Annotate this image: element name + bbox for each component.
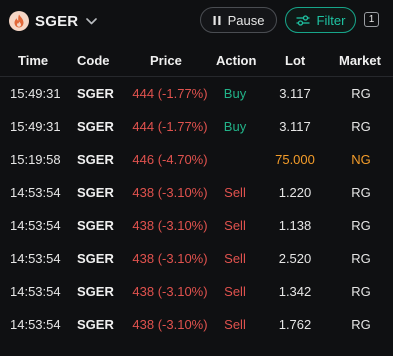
row-time: 14:53:54	[10, 251, 61, 266]
row-market: RG	[351, 251, 371, 266]
row-price: 438 (-3.10%)	[132, 218, 208, 233]
row-code: SGER	[77, 86, 114, 101]
row-price: 438 (-3.10%)	[132, 251, 208, 266]
ticker-selector[interactable]: SGER	[9, 10, 97, 32]
row-lot: 1.138	[278, 218, 312, 233]
table-row[interactable]: 14:53:54 SGER 438 (-3.10%) Sell 2.520 RG	[0, 242, 393, 275]
row-price: 444 (-1.77%)	[132, 86, 208, 101]
row-market: RG	[351, 284, 371, 299]
row-action: Sell	[224, 284, 246, 299]
row-lot: 1.762	[278, 317, 312, 332]
column-header-action[interactable]: Action	[216, 44, 256, 76]
row-time: 15:49:31	[10, 86, 61, 101]
row-code: SGER	[77, 185, 114, 200]
table-row[interactable]: 14:53:54 SGER 438 (-3.10%) Sell 1.138 RG	[0, 209, 393, 242]
row-time: 15:49:31	[10, 119, 61, 134]
row-action: Buy	[223, 119, 247, 134]
row-market: RG	[351, 317, 371, 332]
pause-label: Pause	[227, 12, 265, 28]
pause-icon	[213, 15, 221, 25]
column-header-lot[interactable]: Lot	[285, 44, 305, 76]
row-action: Sell	[224, 251, 246, 266]
column-header-code[interactable]: Code	[77, 44, 127, 76]
table-row[interactable]: 15:19:58 SGER 446 (-4.70%) 75.000 NG	[0, 143, 393, 176]
row-market: RG	[351, 185, 371, 200]
row-time: 14:53:54	[10, 284, 61, 299]
chevron-down-icon	[85, 15, 97, 27]
table-row[interactable]: 14:53:54 SGER 438 (-3.10%) Sell 1.220 RG	[0, 176, 393, 209]
pause-button[interactable]: Pause	[200, 7, 277, 33]
row-code: SGER	[77, 152, 114, 167]
row-time: 15:19:58	[10, 152, 61, 167]
row-lot: 2.520	[278, 251, 312, 266]
row-price: 438 (-3.10%)	[132, 185, 208, 200]
row-market: RG	[351, 119, 371, 134]
table-row[interactable]: 15:49:31 SGER 444 (-1.77%) Buy 3.117 RG	[0, 77, 393, 110]
row-time: 14:53:54	[10, 185, 61, 200]
column-header-market[interactable]: Market	[339, 44, 381, 76]
row-price: 438 (-3.10%)	[132, 317, 208, 332]
row-action: Buy	[223, 86, 247, 101]
row-lot: 3.117	[279, 119, 311, 134]
ticker-name: SGER	[35, 12, 79, 30]
row-lot: 1.220	[278, 185, 312, 200]
table-row[interactable]: 15:49:31 SGER 444 (-1.77%) Buy 3.117 RG	[0, 110, 393, 143]
row-code: SGER	[77, 218, 114, 233]
sliders-icon	[296, 14, 310, 26]
row-time: 14:53:54	[10, 317, 61, 332]
trade-feed-panel: SGER Pause Filter 1 Time Code Price Acti…	[0, 0, 393, 356]
table-header: Time Code Price Action Lot Market	[0, 44, 393, 77]
row-price: 446 (-4.70%)	[132, 152, 208, 167]
row-market: RG	[351, 218, 371, 233]
row-code: SGER	[77, 284, 114, 299]
row-action: Sell	[224, 185, 246, 200]
row-action	[208, 143, 262, 176]
row-price: 438 (-3.10%)	[132, 284, 208, 299]
header-bar: SGER Pause Filter 1	[0, 0, 393, 42]
filter-count-badge: 1	[364, 12, 379, 27]
row-code: SGER	[77, 119, 114, 134]
filter-label: Filter	[316, 12, 346, 28]
row-lot: 3.117	[279, 86, 311, 101]
table-row[interactable]: 14:53:54 SGER 438 (-3.10%) Sell 1.762 RG	[0, 308, 393, 341]
table-row[interactable]: 14:53:54 SGER 438 (-3.10%) Sell 1.342 RG	[0, 275, 393, 308]
row-lot-highlight: 75.000	[275, 152, 315, 167]
row-time: 14:53:54	[10, 218, 61, 233]
trade-list: 15:49:31 SGER 444 (-1.77%) Buy 3.117 RG …	[0, 77, 393, 341]
row-market: RG	[351, 86, 371, 101]
row-lot: 1.342	[278, 284, 312, 299]
column-header-price[interactable]: Price	[150, 44, 182, 76]
row-price: 444 (-1.77%)	[132, 119, 208, 134]
row-action: Sell	[224, 317, 246, 332]
row-code: SGER	[77, 251, 114, 266]
flame-logo-icon	[9, 11, 29, 31]
row-market-highlight: NG	[351, 152, 371, 167]
row-code: SGER	[77, 317, 114, 332]
filter-button[interactable]: Filter	[285, 7, 356, 33]
row-action: Sell	[224, 218, 246, 233]
